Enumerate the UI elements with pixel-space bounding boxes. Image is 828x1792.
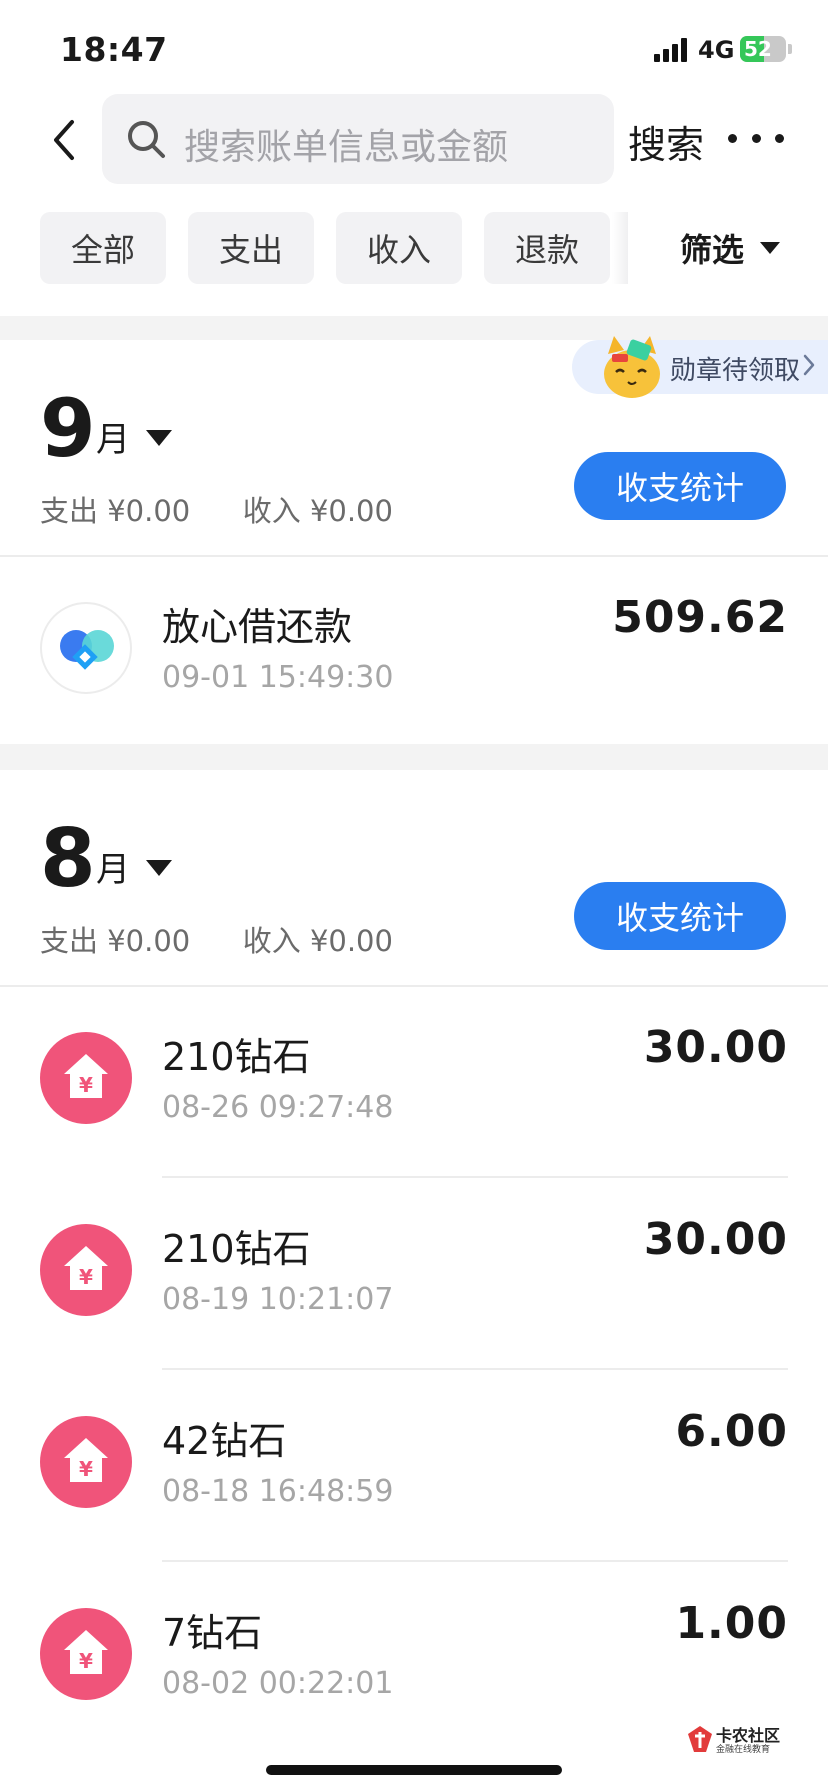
filter-chip-income[interactable]: 收入 xyxy=(336,212,462,284)
transaction-amount: 509.62 xyxy=(612,592,788,643)
kanong-watermark: 卡农社区 金融在线教育 xyxy=(686,1722,806,1758)
month-section-8: 8 月 支出 ¥0.00 收入 ¥0.00 收支统计 ¥ 210钻石 08-26… xyxy=(0,770,828,1792)
search-button[interactable]: 搜索 xyxy=(628,114,704,169)
expense-label: 支出 xyxy=(40,494,99,528)
back-button[interactable] xyxy=(44,118,84,162)
home-indicator[interactable] xyxy=(266,1765,562,1775)
fangxinjie-logo-icon xyxy=(40,602,132,694)
transaction-date: 08-18 16:48:59 xyxy=(162,1474,394,1509)
transaction-date: 09-01 15:49:30 xyxy=(162,660,394,695)
battery-icon: 52 xyxy=(740,36,786,62)
income-label: 收入 xyxy=(242,924,301,958)
transaction-amount: 30.00 xyxy=(643,1214,788,1265)
expense-value: ¥0.00 xyxy=(107,494,191,528)
kanong-logo-icon xyxy=(688,1726,712,1752)
search-icon xyxy=(128,121,165,158)
income-label: 收入 xyxy=(242,494,301,528)
income-expense-stats-button[interactable]: 收支统计 xyxy=(574,882,786,950)
svg-text:¥: ¥ xyxy=(79,1457,93,1481)
transaction-title: 210钻石 xyxy=(162,1227,311,1271)
yuan-house-icon: ¥ xyxy=(40,1224,132,1316)
svg-text:¥: ¥ xyxy=(79,1073,93,1097)
filter-chip-expense[interactable]: 支出 xyxy=(188,212,314,284)
search-header: 搜索账单信息或金额 搜索 xyxy=(0,92,828,186)
battery-percent: 52 xyxy=(744,37,772,61)
svg-text:¥: ¥ xyxy=(79,1265,93,1289)
transaction-amount: 6.00 xyxy=(675,1406,788,1457)
svg-text:¥: ¥ xyxy=(79,1649,93,1673)
filter-chip-all[interactable]: 全部 xyxy=(40,212,166,284)
transaction-title: 210钻石 xyxy=(162,1035,311,1079)
transaction-row[interactable]: ¥ 42钻石 08-18 16:48:59 6.00 xyxy=(0,1370,828,1560)
transaction-row[interactable]: ¥ 210钻石 08-26 09:27:48 30.00 xyxy=(0,986,828,1176)
yuan-house-icon: ¥ xyxy=(40,1032,132,1124)
status-bar: 18:47 4G 52 xyxy=(0,0,828,92)
bill-list-page: 18:47 4G 52 搜索账单信息或金额 搜索 全部 支出 收入 退款 筛选 … xyxy=(0,0,828,1792)
expense-label: 支出 xyxy=(40,924,99,958)
battery-cap xyxy=(788,44,792,54)
month-number[interactable]: 9 xyxy=(40,384,96,474)
month-unit[interactable]: 月 xyxy=(96,842,130,891)
filter-label: 筛选 xyxy=(680,231,745,269)
month-dropdown-icon[interactable] xyxy=(146,430,172,446)
search-input[interactable]: 搜索账单信息或金额 xyxy=(102,94,614,184)
transaction-row[interactable]: ¥ 210钻石 08-19 10:21:07 30.00 xyxy=(0,1178,828,1368)
more-options-icon[interactable] xyxy=(728,126,784,150)
month-summary: 支出 ¥0.00 收入 ¥0.00 xyxy=(40,918,393,960)
cellular-signal-icon xyxy=(654,38,688,62)
transaction-amount: 1.00 xyxy=(675,1598,788,1649)
month-number[interactable]: 8 xyxy=(40,814,96,904)
month-unit[interactable]: 月 xyxy=(96,412,130,461)
income-value: ¥0.00 xyxy=(309,494,393,528)
filter-chip-refund[interactable]: 退款 xyxy=(484,212,610,284)
watermark-tagline: 金融在线教育 xyxy=(716,1745,771,1755)
transaction-title: 7钻石 xyxy=(162,1611,263,1655)
month-header: 8 月 支出 ¥0.00 收入 ¥0.00 收支统计 xyxy=(0,770,828,986)
month-header: 9 月 支出 ¥0.00 收入 ¥0.00 收支统计 xyxy=(0,340,828,556)
income-value: ¥0.00 xyxy=(309,924,393,958)
month-summary: 支出 ¥0.00 收入 ¥0.00 xyxy=(40,488,393,530)
yuan-house-icon: ¥ xyxy=(40,1608,132,1700)
month-dropdown-icon[interactable] xyxy=(146,860,172,876)
filter-bar: 全部 支出 收入 退款 筛选 xyxy=(0,186,828,316)
transaction-amount: 30.00 xyxy=(643,1022,788,1073)
status-time: 18:47 xyxy=(60,30,168,69)
transaction-row[interactable]: 放心借还款 09-01 15:49:30 509.62 xyxy=(0,556,828,746)
network-type: 4G xyxy=(698,36,735,64)
income-expense-stats-button[interactable]: 收支统计 xyxy=(574,452,786,520)
search-placeholder: 搜索账单信息或金额 xyxy=(184,127,509,168)
chevron-left-icon xyxy=(54,120,74,160)
transaction-date: 08-02 00:22:01 xyxy=(162,1666,394,1701)
transaction-date: 08-19 10:21:07 xyxy=(162,1282,394,1317)
month-section-9: 勋章待领取 9 月 支出 ¥0.00 收入 ¥0.00 收支统计 放心借还款 0… xyxy=(0,336,828,746)
filter-dropdown-button[interactable]: 筛选 xyxy=(628,212,828,284)
yuan-house-icon: ¥ xyxy=(40,1416,132,1508)
transaction-title: 放心借还款 xyxy=(162,605,353,649)
transaction-title: 42钻石 xyxy=(162,1419,287,1463)
expense-value: ¥0.00 xyxy=(107,924,191,958)
transaction-date: 08-26 09:27:48 xyxy=(162,1090,394,1125)
triangle-down-icon xyxy=(760,242,781,254)
